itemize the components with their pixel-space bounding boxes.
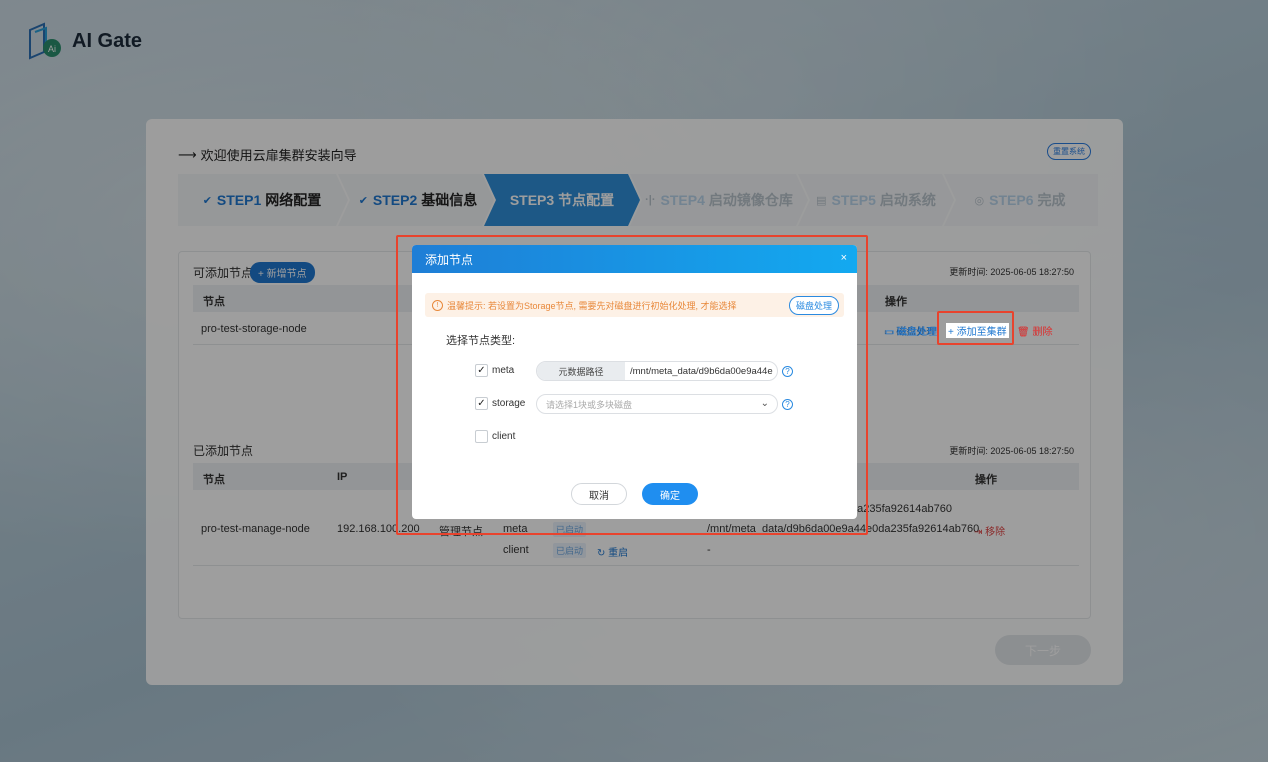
delete-label: 删除: [1032, 327, 1053, 338]
annotation-highlight-dialog: [396, 235, 868, 535]
delete-node-link[interactable]: 🗑 删除: [1017, 323, 1052, 338]
disk-process-label: 磁盘处理: [897, 327, 938, 338]
disk-process-link[interactable]: ▭ 磁盘处理: [885, 323, 937, 338]
annotation-highlight-add-to-cluster: [937, 311, 1014, 345]
